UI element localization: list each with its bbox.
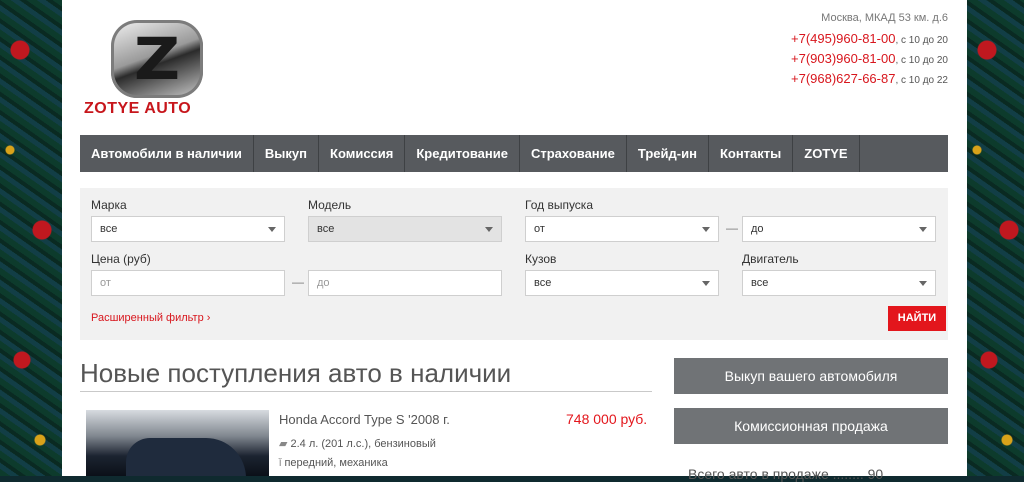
price-from-placeholder: от bbox=[100, 277, 111, 289]
main-nav: Автомобили в наличии Выкуп Комиссия Кред… bbox=[80, 135, 948, 172]
price-to-placeholder: до bbox=[317, 277, 330, 289]
price-to-input[interactable]: до bbox=[308, 270, 502, 296]
nav-item-commission[interactable]: Комиссия bbox=[319, 135, 406, 172]
make-label: Марка bbox=[91, 198, 127, 212]
price-from-input[interactable]: от bbox=[91, 270, 285, 296]
background-decor-right bbox=[967, 0, 1024, 476]
logo-letter: Z bbox=[133, 25, 181, 93]
commission-sale-button[interactable]: Комиссионная продажа bbox=[674, 408, 948, 444]
car-engine-text: 2.4 л. (201 л.с.), бензиновый bbox=[290, 438, 436, 450]
range-dash: — bbox=[292, 275, 304, 289]
logo-text: ZOTYE AUTO bbox=[84, 100, 192, 117]
car-drive-text: передний, механика bbox=[284, 457, 388, 469]
car-icon: ▰ bbox=[279, 438, 288, 450]
background-decor-left bbox=[0, 0, 62, 476]
phone-line: +7(968)627-66-87, с 10 до 22 bbox=[791, 70, 948, 90]
year-to-value: до bbox=[751, 223, 764, 235]
car-engine-spec: ▰ 2.4 л. (201 л.с.), бензиновый bbox=[279, 437, 436, 450]
search-filter: Марка все Модель все Год выпуска от — до… bbox=[80, 188, 948, 340]
chevron-down-icon bbox=[268, 227, 276, 232]
model-select-value: все bbox=[317, 223, 335, 235]
phone-hours: , с 10 до 20 bbox=[895, 35, 948, 46]
contact-block: Москва, МКАД 53 км. д.6 +7(495)960-81-00… bbox=[791, 12, 948, 90]
price-label: Цена (руб) bbox=[91, 252, 151, 266]
model-label: Модель bbox=[308, 198, 352, 212]
engine-label: Двигатель bbox=[742, 252, 799, 266]
chevron-down-icon bbox=[919, 281, 927, 286]
section-heading: Новые поступления авто в наличии bbox=[80, 356, 652, 392]
person-icon: ǐ bbox=[279, 457, 282, 469]
body-select-value: все bbox=[534, 277, 552, 289]
chevron-down-icon bbox=[702, 227, 710, 232]
phone-line: +7(495)960-81-00, с 10 до 20 bbox=[791, 30, 948, 50]
car-price: 748 000 руб. bbox=[566, 411, 648, 427]
year-to-select[interactable]: до bbox=[742, 216, 936, 242]
chevron-down-icon bbox=[919, 227, 927, 232]
advanced-filter-link[interactable]: Расширенный фильтр › bbox=[91, 312, 210, 324]
nav-item-buyout[interactable]: Выкуп bbox=[254, 135, 320, 172]
year-label: Год выпуска bbox=[525, 198, 593, 212]
phone-hours: , с 10 до 22 bbox=[895, 75, 948, 86]
phone-number[interactable]: +7(495)960-81-00 bbox=[791, 31, 895, 46]
logo-badge: Z bbox=[111, 20, 203, 98]
total-cars-text: Всего авто в продаже ........ 90 bbox=[688, 466, 884, 482]
nav-item-cars-in-stock[interactable]: Автомобили в наличии bbox=[80, 135, 254, 172]
make-select-value: все bbox=[100, 223, 118, 235]
chevron-down-icon bbox=[702, 281, 710, 286]
car-drive-spec: ǐ передний, механика bbox=[279, 457, 388, 469]
engine-select[interactable]: все bbox=[742, 270, 936, 296]
body-label: Кузов bbox=[525, 252, 557, 266]
year-from-value: от bbox=[534, 223, 545, 235]
nav-item-insurance[interactable]: Страхование bbox=[520, 135, 627, 172]
car-title[interactable]: Honda Accord Type S '2008 г. bbox=[279, 412, 450, 427]
range-dash: — bbox=[726, 221, 738, 235]
phone-number[interactable]: +7(968)627-66-87 bbox=[791, 71, 895, 86]
car-photo[interactable] bbox=[86, 410, 269, 476]
nav-item-zotye[interactable]: ZOTYE bbox=[793, 135, 860, 172]
buyout-button[interactable]: Выкуп вашего автомобиля bbox=[674, 358, 948, 394]
make-select[interactable]: все bbox=[91, 216, 285, 242]
year-from-select[interactable]: от bbox=[525, 216, 719, 242]
nav-item-trade-in[interactable]: Трейд-ин bbox=[627, 135, 709, 172]
address: Москва, МКАД 53 км. д.6 bbox=[821, 12, 948, 24]
nav-item-credit[interactable]: Кредитование bbox=[405, 135, 520, 172]
phone-number[interactable]: +7(903)960-81-00 bbox=[791, 51, 895, 66]
nav-item-contacts[interactable]: Контакты bbox=[709, 135, 794, 172]
phone-line: +7(903)960-81-00, с 10 до 20 bbox=[791, 50, 948, 70]
chevron-down-icon bbox=[485, 227, 493, 232]
site-logo[interactable]: Z ZOTYE AUTO bbox=[84, 20, 234, 120]
search-button[interactable]: НАЙТИ bbox=[888, 306, 946, 331]
engine-select-value: все bbox=[751, 277, 769, 289]
model-select[interactable]: все bbox=[308, 216, 502, 242]
body-select[interactable]: все bbox=[525, 270, 719, 296]
phone-hours: , с 10 до 20 bbox=[895, 55, 948, 66]
page: Z ZOTYE AUTO Москва, МКАД 53 км. д.6 +7(… bbox=[62, 0, 967, 482]
